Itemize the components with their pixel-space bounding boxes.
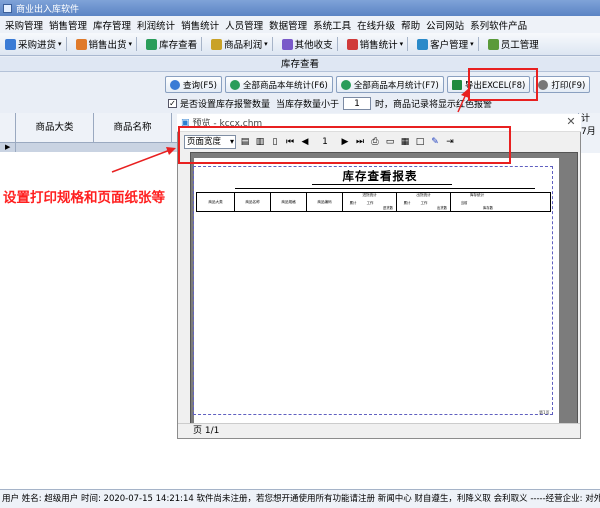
arrowhead [166, 147, 176, 155]
highlight-print-button [468, 68, 538, 101]
status-bar: 用户 姓名: 超级用户 时间: 2020-07-15 14:21:14 软件尚未… [0, 489, 600, 508]
arrow-to-toolbar [111, 149, 171, 173]
annotation-text: 设置打印规格和页面纸张等 [3, 190, 165, 206]
arrow-to-print [457, 93, 467, 113]
highlight-preview-toolbar [178, 126, 511, 164]
